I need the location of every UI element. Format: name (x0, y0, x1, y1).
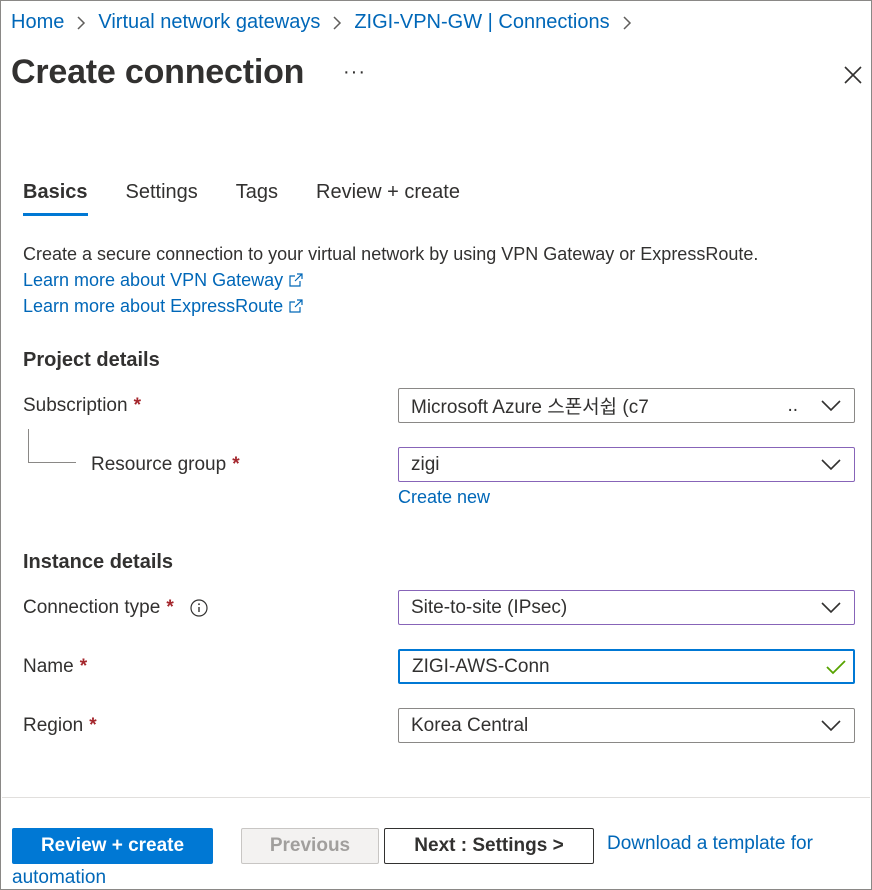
region-value: Korea Central (411, 714, 529, 736)
connection-type-value: Site-to-site (IPsec) (411, 596, 568, 618)
required-marker: * (166, 597, 174, 618)
instance-details-heading: Instance details (23, 551, 174, 573)
chevron-down-icon (820, 395, 842, 417)
required-marker: * (89, 715, 97, 736)
resource-group-label-text: Resource group (91, 454, 227, 475)
page-title: Create connection (11, 53, 305, 91)
subscription-overflow: .. (787, 394, 798, 416)
name-label-text: Name (23, 656, 74, 677)
resource-group-label: Resource group * (91, 454, 240, 476)
learn-more-vpn-gateway-label: Learn more about VPN Gateway (23, 270, 284, 290)
resource-group-select[interactable]: zigi (398, 447, 855, 482)
checkmark-icon (825, 656, 847, 678)
name-input[interactable]: ZIGI-AWS-Conn (398, 649, 855, 684)
tab-review-create[interactable]: Review + create (316, 181, 460, 216)
chevron-right-icon (332, 15, 342, 31)
subscription-label-text: Subscription (23, 395, 128, 416)
subscription-label: Subscription * (23, 395, 141, 417)
breadcrumb: Home Virtual network gateways ZIGI-VPN-G… (11, 11, 644, 34)
chevron-right-icon (622, 15, 632, 31)
tab-settings[interactable]: Settings (126, 181, 198, 216)
connection-type-select[interactable]: Site-to-site (IPsec) (398, 590, 855, 625)
external-link-icon (289, 299, 303, 313)
breadcrumb-gateway-connections[interactable]: ZIGI-VPN-GW | Connections (354, 11, 609, 34)
close-button[interactable] (841, 63, 865, 87)
create-connection-blade: Home Virtual network gateways ZIGI-VPN-G… (0, 0, 872, 890)
create-new-resource-group-link[interactable]: Create new (398, 487, 490, 508)
project-details-heading: Project details (23, 349, 160, 371)
download-template-link-continued[interactable]: automation (12, 867, 106, 889)
required-marker: * (232, 454, 240, 475)
tab-bar: Basics Settings Tags Review + create (23, 181, 498, 216)
name-input-value: ZIGI-AWS-Conn (412, 655, 550, 677)
review-create-button[interactable]: Review + create (12, 828, 213, 864)
learn-more-vpn-gateway-link[interactable]: Learn more about VPN Gateway (23, 267, 303, 293)
hierarchy-connector (28, 429, 76, 463)
info-icon[interactable] (190, 599, 208, 617)
more-options-button[interactable]: ··· (343, 61, 366, 84)
learn-more-expressroute-label: Learn more about ExpressRoute (23, 296, 284, 316)
subscription-select[interactable]: Microsoft Azure 스폰서쉽 (c7 .. (398, 388, 855, 423)
tab-basics[interactable]: Basics (23, 181, 88, 216)
subscription-value: Microsoft Azure 스폰서쉽 (c7 (411, 397, 649, 418)
footer-divider (2, 797, 870, 798)
intro-section: Create a secure connection to your virtu… (23, 241, 758, 319)
region-select[interactable]: Korea Central (398, 708, 855, 743)
download-template-link[interactable]: Download a template for (607, 833, 813, 855)
connection-type-label: Connection type * (23, 597, 208, 619)
external-link-icon (289, 273, 303, 287)
next-settings-button[interactable]: Next : Settings > (384, 828, 594, 864)
resource-group-value: zigi (411, 453, 440, 475)
name-label: Name * (23, 656, 87, 678)
breadcrumb-home[interactable]: Home (11, 11, 64, 34)
region-label-text: Region (23, 715, 84, 736)
intro-description: Create a secure connection to your virtu… (23, 244, 759, 264)
required-marker: * (79, 656, 88, 677)
chevron-right-icon (76, 15, 86, 31)
region-label: Region * (23, 715, 97, 737)
required-marker: * (133, 395, 141, 416)
learn-more-expressroute-link[interactable]: Learn more about ExpressRoute (23, 293, 303, 319)
tab-tags[interactable]: Tags (236, 181, 278, 216)
chevron-down-icon (820, 715, 842, 737)
chevron-down-icon (820, 454, 842, 476)
chevron-down-icon (820, 597, 842, 619)
connection-type-label-text: Connection type (23, 597, 161, 618)
previous-button: Previous (241, 828, 379, 864)
breadcrumb-virtual-network-gateways[interactable]: Virtual network gateways (98, 11, 320, 34)
close-icon (844, 66, 862, 84)
